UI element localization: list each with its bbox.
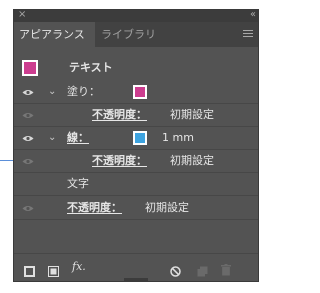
text-thumbnail xyxy=(22,60,38,76)
fill-opacity-row[interactable]: 不透明度： 初期設定 xyxy=(14,104,258,127)
stroke-weight-value[interactable]: 1 mm xyxy=(162,127,194,149)
eye-icon[interactable] xyxy=(22,135,34,142)
bottom-toolbar: fx. xyxy=(14,253,258,281)
tab-appearance[interactable]: アピアランス xyxy=(14,22,95,47)
opacity-row[interactable]: 不透明度： 初期設定 xyxy=(14,197,258,220)
eye-icon[interactable] xyxy=(22,158,34,165)
fill-row[interactable]: ⌄ 塗り： xyxy=(14,81,258,104)
duplicate-item-icon xyxy=(197,262,208,281)
close-icon[interactable]: × xyxy=(18,8,26,22)
tab-bar: アピアランス ライブラリ xyxy=(14,22,258,47)
stroke-opacity-label[interactable]: 不透明度： xyxy=(92,150,147,172)
stroke-label[interactable]: 線： xyxy=(67,127,89,149)
trash-icon xyxy=(221,261,231,280)
characters-label: 文字 xyxy=(67,177,89,190)
panel-titlebar: × ‹‹ xyxy=(14,8,258,22)
eye-icon[interactable] xyxy=(22,89,34,96)
stroke-swatch[interactable] xyxy=(133,131,147,145)
add-new-stroke-icon[interactable] xyxy=(24,262,35,281)
characters-row[interactable]: 文字 xyxy=(14,173,258,196)
chevron-down-icon[interactable]: ⌄ xyxy=(48,87,56,97)
stroke-opacity-value: 初期設定 xyxy=(170,154,214,167)
fill-opacity-value: 初期設定 xyxy=(170,108,214,121)
opacity-value: 初期設定 xyxy=(145,201,189,214)
add-new-effect-icon[interactable]: fx. xyxy=(72,256,86,278)
fill-opacity-label[interactable]: 不透明度： xyxy=(92,104,147,126)
guide-line xyxy=(0,160,14,161)
eye-icon[interactable] xyxy=(22,205,34,212)
fill-swatch[interactable] xyxy=(133,85,147,99)
eye-icon[interactable] xyxy=(22,112,34,119)
appearance-panel: × ‹‹ アピアランス ライブラリ テキスト ⌄ 塗り： 不透明度： 初期設定 xyxy=(13,9,259,282)
tab-libraries[interactable]: ライブラリ xyxy=(96,22,161,47)
add-new-fill-icon[interactable] xyxy=(48,262,59,281)
opacity-label[interactable]: 不透明度： xyxy=(67,197,122,219)
text-header-label: テキスト xyxy=(69,61,113,74)
resize-grip[interactable] xyxy=(124,278,148,281)
stroke-row[interactable]: ⌄ 線： 1 mm xyxy=(14,127,258,150)
stroke-opacity-row[interactable]: 不透明度： 初期設定 xyxy=(14,150,258,173)
chevron-down-icon[interactable]: ⌄ xyxy=(48,133,56,143)
clear-appearance-icon[interactable] xyxy=(170,262,181,281)
collapse-icon[interactable]: ‹‹ xyxy=(250,8,256,22)
fill-label: 塗り： xyxy=(67,85,100,98)
panel-menu-icon[interactable] xyxy=(243,30,253,39)
text-header-row[interactable]: テキスト xyxy=(14,56,258,78)
